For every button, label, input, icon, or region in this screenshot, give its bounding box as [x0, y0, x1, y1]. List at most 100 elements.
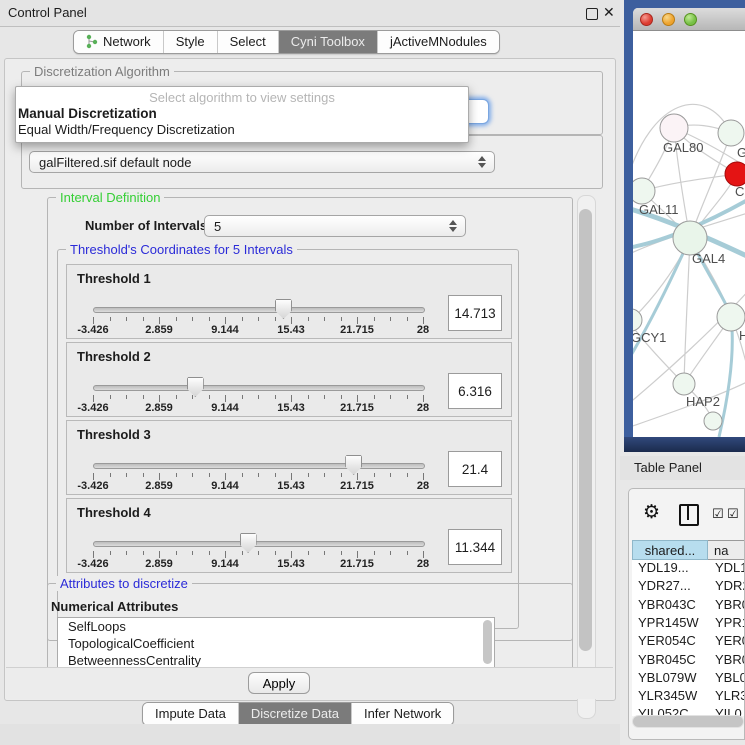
slider-tick [275, 317, 276, 321]
slider-tick-label: 15.43 [277, 558, 305, 570]
tab-cyni-toolbox[interactable]: Cyni Toolbox [279, 31, 378, 53]
slider-track[interactable] [93, 385, 425, 391]
tab-network[interactable]: Network [74, 31, 164, 53]
numerical-attributes-list[interactable]: SelfLoopsTopologicalCoefficientBetweenne… [57, 617, 495, 669]
tab-infer-network[interactable]: Infer Network [352, 703, 453, 725]
threshold-value-box[interactable]: 6.316 [448, 373, 502, 409]
attribute-list-item[interactable]: TopologicalCoefficient [58, 635, 494, 652]
network-canvas[interactable]: GAL80GACGAL11GAL4GCY1HHAP2 [633, 30, 745, 437]
close-icon[interactable]: ✕ [603, 4, 615, 21]
table-row[interactable]: YBL079WYBL0 [632, 670, 745, 688]
table-row[interactable]: YPR145WYPR1 [632, 615, 745, 633]
slider-track[interactable] [93, 307, 425, 313]
slider-tick [357, 395, 358, 402]
tab-style[interactable]: Style [164, 31, 218, 53]
threshold-row: Threshold 1-3.4262.8599.14415.4321.71528… [66, 264, 512, 339]
panel-scrollbar-thumb[interactable] [579, 209, 592, 651]
tab-select[interactable]: Select [218, 31, 279, 53]
slider-tick [143, 317, 144, 321]
network-window-titlebar[interactable] [633, 8, 745, 31]
network-node[interactable] [673, 221, 707, 255]
attribute-list-item[interactable]: SelfLoops [58, 618, 494, 635]
threshold-value-box[interactable]: 14.713 [448, 295, 502, 331]
slider-knob[interactable] [240, 533, 257, 553]
slider-track[interactable] [93, 541, 425, 547]
slider-knob[interactable] [345, 455, 362, 475]
network-node[interactable] [704, 412, 722, 430]
network-node[interactable] [717, 303, 745, 331]
columns-icon[interactable] [679, 504, 699, 526]
slider-tick-label: 28 [417, 402, 429, 414]
apply-button[interactable]: Apply [248, 672, 310, 694]
network-node-label: GAL11 [639, 202, 679, 217]
tab-jactivemnodules[interactable]: jActiveMNodules [378, 31, 499, 53]
slider-tick [110, 317, 111, 321]
table-row[interactable]: YLR345WYLR3 [632, 688, 745, 706]
checkbox-icon[interactable]: ☑ [712, 506, 724, 522]
slider-tick [143, 473, 144, 477]
slider-tick [159, 551, 160, 558]
network-node[interactable] [673, 373, 695, 395]
threshold-value-box[interactable]: 21.4 [448, 451, 502, 487]
slider-tick [192, 473, 193, 477]
algorithm-option[interactable]: Equal Width/Frequency Discretization [16, 121, 468, 137]
slider-tick-label: 15.43 [277, 480, 305, 492]
network-node[interactable] [718, 120, 744, 146]
slider-tick [143, 551, 144, 555]
close-traffic-light[interactable] [640, 13, 653, 26]
slider-knob[interactable] [187, 377, 204, 397]
cell-shared-name: YDR27... [638, 578, 691, 593]
slider-track[interactable] [93, 463, 425, 469]
minimize-traffic-light[interactable] [662, 13, 675, 26]
network-node-label: H [739, 328, 745, 343]
slider-tick-label: 21.715 [340, 324, 374, 336]
slider-tick [209, 317, 210, 321]
slider-tick [324, 551, 325, 555]
slider-tick [324, 395, 325, 399]
column-header-shared-name[interactable]: shared... [632, 540, 708, 560]
slider-tick-label: 9.144 [211, 324, 239, 336]
network-node[interactable] [633, 178, 655, 204]
algorithm-option[interactable]: Manual Discretization [16, 105, 468, 121]
float-window-icon[interactable] [586, 8, 598, 20]
threshold-value-box[interactable]: 11.344 [448, 529, 502, 565]
slider-tick [126, 551, 127, 555]
checkbox-icon[interactable]: ☑ [727, 506, 739, 522]
slider-tick [291, 551, 292, 558]
cell-name: YER0 [715, 633, 745, 648]
cell-name: YBR0 [715, 597, 745, 612]
gear-icon[interactable]: ⚙ [643, 501, 660, 524]
table-row[interactable]: YER054CYER0 [632, 633, 745, 651]
slider-knob[interactable] [275, 299, 292, 319]
table-row[interactable]: YDL19...YDL1 [632, 560, 745, 578]
column-header-name[interactable]: na [708, 540, 745, 560]
combo-arrows-icon [477, 156, 487, 168]
slider-tick [258, 395, 259, 399]
table-row[interactable]: YDR27...YDR2 [632, 578, 745, 596]
tab-impute-data[interactable]: Impute Data [143, 703, 239, 725]
slider-tick [423, 551, 424, 558]
zoom-traffic-light[interactable] [684, 13, 697, 26]
slider-tick [275, 395, 276, 399]
attributes-group-label: Attributes to discretize [56, 576, 192, 591]
table-row[interactable]: YBR043CYBR0 [632, 597, 745, 615]
tab-discretize-data[interactable]: Discretize Data [239, 703, 352, 725]
table-data-combo[interactable]: galFiltered.sif default node [29, 151, 495, 173]
attributes-scrollbar[interactable] [483, 620, 492, 664]
table-hscrollbar-track[interactable] [632, 715, 744, 728]
network-node[interactable] [633, 309, 642, 331]
number-of-intervals-spinner[interactable]: 5 [204, 215, 466, 237]
tab-label: jActiveMNodules [390, 34, 487, 49]
table-row[interactable]: YBR045CYBR0 [632, 652, 745, 670]
tab-label: Network [103, 34, 151, 49]
network-node[interactable] [725, 162, 745, 186]
network-node[interactable] [660, 114, 688, 142]
slider-tick-label: -3.426 [77, 480, 108, 492]
slider-tick-label: 21.715 [340, 402, 374, 414]
slider-tick-label: 15.43 [277, 324, 305, 336]
slider-tick [407, 317, 408, 321]
thresholds-group-label: Threshold's Coordinates for 5 Intervals [66, 242, 297, 257]
table-hscrollbar-thumb[interactable] [633, 716, 743, 727]
slider-tick [225, 551, 226, 558]
slider-tick [225, 395, 226, 402]
